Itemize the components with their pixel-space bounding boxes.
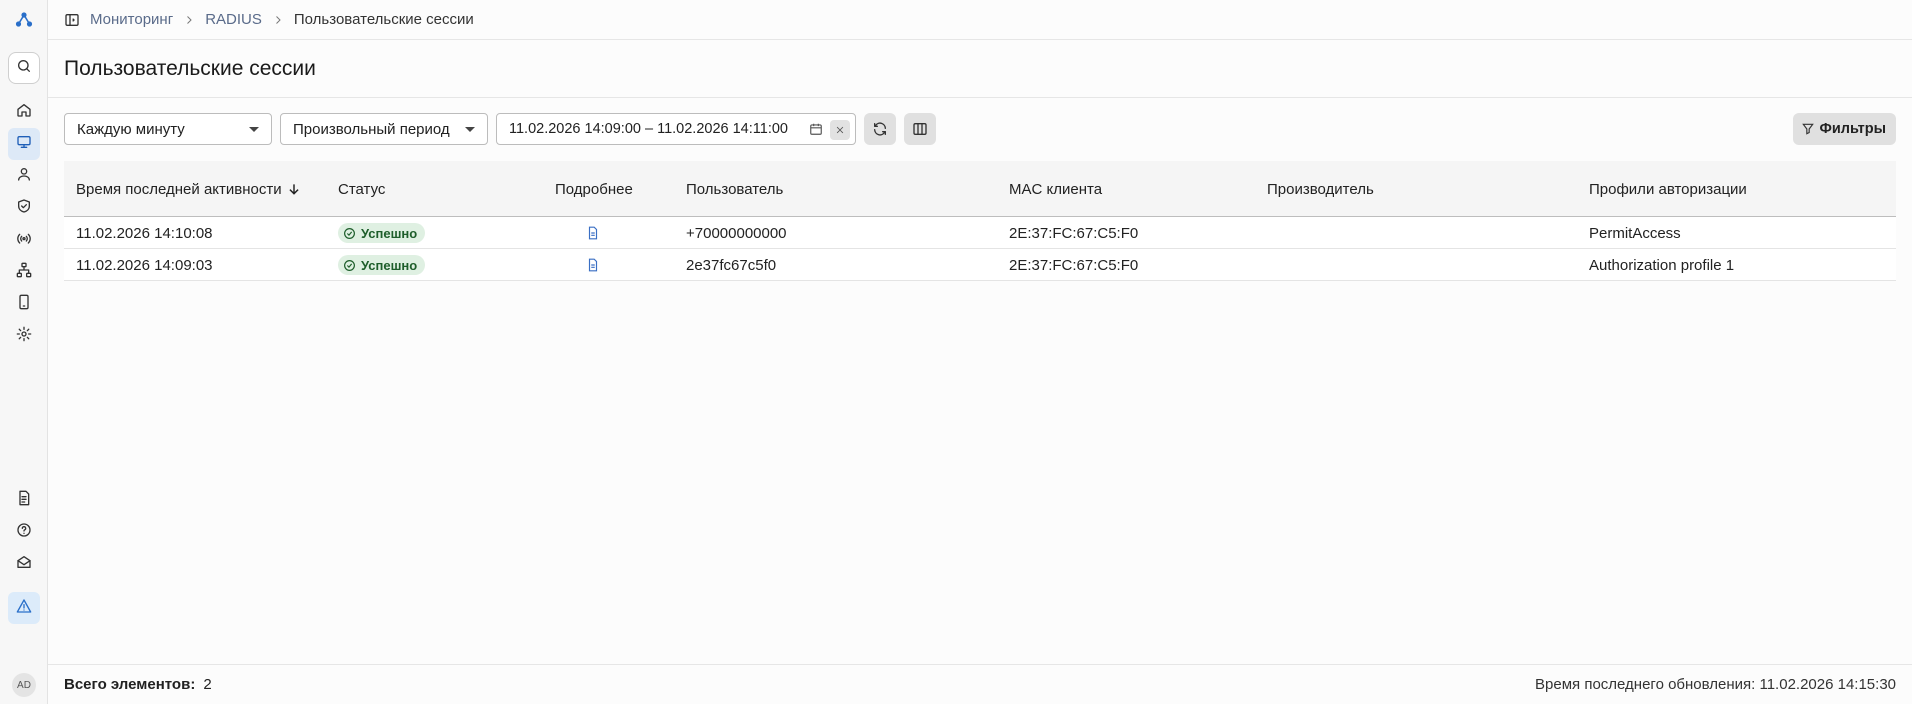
caret-down-icon (249, 127, 259, 132)
status-badge: Успешно (338, 255, 426, 275)
docs-icon (16, 490, 32, 510)
breadcrumb-item-radius[interactable]: RADIUS (205, 11, 262, 28)
sidebar-item-security[interactable] (8, 192, 40, 224)
document-icon (586, 258, 600, 272)
column-header-vendor[interactable]: Производитель (1267, 161, 1374, 217)
sidebar-item-help[interactable] (8, 516, 40, 548)
breadcrumb-item-monitoring[interactable]: Мониторинг (90, 11, 173, 28)
sidebar-item-radius[interactable] (8, 224, 40, 256)
cell-status: Успешно (338, 249, 426, 281)
date-range-input[interactable]: 11.02.2026 14:09:00 – 11.02.2026 14:11:0… (496, 113, 856, 145)
refresh-interval-select[interactable]: Каждую минуту (64, 113, 272, 145)
sidebar-item-alerts[interactable] (8, 592, 40, 624)
details-button[interactable] (586, 217, 600, 249)
sidebar-item-monitoring[interactable] (8, 128, 40, 160)
caret-down-icon (465, 127, 475, 132)
monitor-icon (16, 134, 32, 154)
status-bar: Всего элементов: 2 Время последнего обнов… (48, 664, 1912, 704)
home-icon (16, 102, 32, 122)
user-icon (16, 166, 32, 186)
radio-signal-icon (16, 230, 32, 250)
sidebar-item-devices[interactable] (8, 288, 40, 320)
document-icon (586, 226, 600, 240)
sidebar-item-messages[interactable] (8, 548, 40, 580)
page-header: Пользовательские сессии (48, 40, 1912, 98)
calendar-icon[interactable] (809, 122, 825, 138)
status-label: Успешно (361, 257, 418, 273)
refresh-interval-value: Каждую минуту (77, 120, 185, 138)
column-header-auth-profiles[interactable]: Профили авторизации (1589, 161, 1747, 217)
columns-button[interactable] (904, 113, 936, 145)
total-label: Всего элементов: (64, 676, 196, 693)
check-circle-icon (343, 259, 361, 272)
sidebar-item-network[interactable] (8, 256, 40, 288)
refresh-button[interactable] (864, 113, 896, 145)
app-logo-icon[interactable] (14, 10, 34, 30)
cell-mac: 2E:37:FC:67:C5:F0 (1009, 224, 1139, 242)
sidebar-item-home[interactable] (8, 96, 40, 128)
search-button[interactable] (8, 52, 40, 84)
column-header-label: Время последней активности (76, 180, 282, 198)
avatar[interactable]: AD (12, 673, 36, 697)
sessions-table: Время последней активности Статус Подроб… (64, 161, 1896, 281)
page-title: Пользовательские сессии (64, 56, 316, 80)
chevron-right-icon (183, 14, 195, 26)
sidebar-item-docs[interactable] (8, 484, 40, 516)
clear-date-button[interactable] (830, 120, 850, 140)
cell-user: 2e37fc67c5f0 (686, 256, 777, 274)
toolbar: Каждую минуту Произвольный период 11.02.… (64, 113, 1896, 145)
column-header-last-activity[interactable]: Время последней активности (76, 161, 301, 217)
cell-time: 11.02.2026 14:10:08 (76, 224, 213, 242)
search-icon (16, 58, 32, 78)
status-badge: Успешно (338, 223, 426, 243)
column-header-mac[interactable]: MAC клиента (1009, 161, 1102, 217)
breadcrumb-item-current: Пользовательские сессии (293, 11, 474, 28)
refresh-icon (872, 121, 888, 137)
network-icon (16, 262, 32, 282)
cell-profile: Authorization profile 1 (1589, 256, 1735, 274)
column-header-details[interactable]: Подробнее (555, 161, 633, 217)
status-label: Успешно (361, 225, 418, 241)
cell-profile: PermitAccess (1589, 224, 1681, 242)
cell-mac: 2E:37:FC:67:C5:F0 (1009, 256, 1139, 274)
filter-icon (1801, 122, 1820, 136)
alert-icon (16, 598, 32, 618)
sidebar: AD (0, 0, 48, 704)
settings-icon (16, 326, 32, 346)
cell-user: +70000000000 (686, 224, 787, 242)
sort-desc-icon (282, 182, 301, 196)
column-header-status[interactable]: Статус (338, 161, 385, 217)
chevron-right-icon (272, 14, 284, 26)
filters-button[interactable]: Фильтры (1792, 113, 1896, 145)
details-button[interactable] (586, 249, 600, 281)
period-value: Произвольный период (293, 120, 450, 138)
table-row[interactable]: 11.02.2026 14:10:08 Успешно +70000000000… (64, 217, 1896, 249)
help-icon (16, 522, 32, 542)
check-circle-icon (343, 227, 361, 240)
cell-status: Успешно (338, 217, 426, 249)
columns-icon (912, 121, 928, 137)
mail-icon (16, 554, 32, 574)
sidebar-item-users[interactable] (8, 160, 40, 192)
cell-time: 11.02.2026 14:09:03 (76, 256, 213, 274)
column-header-user[interactable]: Пользователь (686, 161, 783, 217)
total-count: Всего элементов: 2 (64, 676, 212, 693)
period-select[interactable]: Произвольный период (280, 113, 488, 145)
table-row[interactable]: 11.02.2026 14:09:03 Успешно 2e37fc67c5f0… (64, 249, 1896, 281)
sidebar-toggle-icon[interactable] (64, 12, 80, 28)
filters-label: Фильтры (1819, 121, 1886, 137)
smartphone-icon (16, 294, 32, 314)
total-value: 2 (203, 676, 212, 693)
sidebar-item-settings[interactable] (8, 320, 40, 352)
close-icon (835, 125, 845, 135)
last-updated: Время последнего обновления: 11.02.2026 … (1535, 676, 1896, 693)
breadcrumb: Мониторинг RADIUS Пользовательские сесси… (48, 0, 1912, 40)
shield-check-icon (16, 198, 32, 218)
table-header: Время последней активности Статус Подроб… (64, 161, 1896, 217)
date-range-value: 11.02.2026 14:09:00 – 11.02.2026 14:11:0… (509, 121, 788, 137)
